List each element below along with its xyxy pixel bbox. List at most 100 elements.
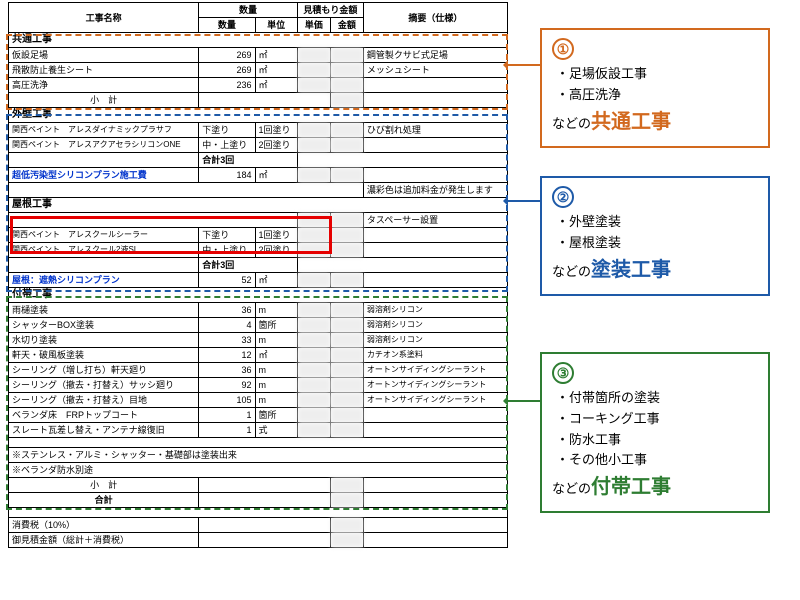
callout-tagline: などの共通工事	[552, 106, 758, 138]
cell-unit: 式	[255, 423, 297, 438]
plan-row: 超低汚染型シリコンプラン施工費184㎡0000	[9, 168, 508, 183]
cell-amount: 00	[330, 303, 363, 318]
cell-amount: 00	[330, 168, 363, 183]
cell-remark	[363, 228, 507, 243]
cell-name: シーリング（撤去・打替え）目地	[9, 393, 199, 408]
callout-number: ③	[552, 362, 574, 384]
cell-price: 000	[297, 63, 330, 78]
th-name: 工事名称	[9, 3, 199, 33]
cell-price: 00	[297, 318, 330, 333]
cell-times: 1回塗り	[255, 123, 297, 138]
callout-list: 付帯箇所の塗装 コーキング工事 防水工事 その他小工事	[552, 388, 758, 471]
cell-name: 軒天・破風板塗装	[9, 348, 199, 363]
cell-remark	[363, 423, 507, 438]
table-row: 高圧洗浄236㎡000000	[9, 78, 508, 93]
cell-remark	[363, 78, 507, 93]
table-row: シーリング（増し打ち）軒天廻り36m0000オートンサイディングシーラント	[9, 363, 508, 378]
list-item: 外壁塗装	[556, 212, 758, 233]
cell-unit: ㎡	[255, 348, 297, 363]
callout-list: 足場仮設工事 高圧洗浄	[552, 64, 758, 106]
table-row: シーリング（撤去・打替え）サッシ廻り92m0000オートンサイディングシーラント	[9, 378, 508, 393]
cell-name: 高圧洗浄	[9, 78, 199, 93]
th-est-group: 見積もり金額	[297, 3, 363, 18]
cell-name: 関西ペイント アレスダイナミックプラサフ	[9, 123, 199, 138]
table-row: 0000タスペーサー設置	[9, 213, 508, 228]
cell-unit: m	[255, 333, 297, 348]
th-unit: 単位	[255, 18, 297, 33]
cell-qty: 33	[199, 333, 255, 348]
list-item: 足場仮設工事	[556, 64, 758, 85]
cell-name: 水切り塗装	[9, 333, 199, 348]
section-roof-title: 屋根工事	[9, 198, 508, 213]
cell-remark: 弱溶剤シリコン	[363, 318, 507, 333]
cell-name: 仮設足場	[9, 48, 199, 63]
table-row: 関西ペイント アレスダイナミックプラサフ下塗り1回塗り0000ひび割れ処理	[9, 123, 508, 138]
note-text: ※ステンレス・アルミ・シャッター・基礎部は塗装出来	[9, 448, 508, 463]
cell-amount: 00	[330, 378, 363, 393]
note-text: 濃彩色は追加料金が発生します	[363, 183, 507, 198]
plan-row: 屋根：遮熱シリコンプラン52㎡0000	[9, 273, 508, 288]
section-ext-title: 外壁工事	[9, 108, 508, 123]
table-row: 飛散防止養生シート269㎡000000メッシュシート	[9, 63, 508, 78]
table-row: 水切り塗装33m0000弱溶剤シリコン	[9, 333, 508, 348]
callout-tagline: などの付帯工事	[552, 471, 758, 503]
th-unitprice: 単価	[297, 18, 330, 33]
cell-unit: 箇所	[255, 318, 297, 333]
sum-row: 合計3回	[9, 258, 508, 273]
callout-common: ① 足場仮設工事 高圧洗浄 などの共通工事	[540, 28, 770, 148]
cell-amount: 000	[330, 78, 363, 93]
cell-qty: 269	[199, 63, 255, 78]
cell-name: シャッターBOX塗装	[9, 318, 199, 333]
arrow-icon	[508, 400, 540, 402]
cell-qty: 1	[199, 408, 255, 423]
cell-amount: 00	[330, 363, 363, 378]
list-item: 防水工事	[556, 430, 758, 451]
cell-price: 00	[297, 213, 330, 228]
cell-name: ベランダ床 FRPトップコート	[9, 408, 199, 423]
cell-price: 00	[297, 303, 330, 318]
table-row: 関西ペイント アレスクール2液SI中・上塗り2回塗り0000	[9, 243, 508, 258]
cell-qty: 12	[199, 348, 255, 363]
table-row: ベランダ床 FRPトップコート1箇所0000	[9, 408, 508, 423]
table-row: 軒天・破風板塗装12㎡0000カチオン系塗料	[9, 348, 508, 363]
cell-unit: 箇所	[255, 408, 297, 423]
cell-amount: 000	[330, 48, 363, 63]
table-row: 関西ペイント アレスクールシーラー下塗り1回塗り0000	[9, 228, 508, 243]
table-row: 仮設足場269㎡000000鋼管製クサビ式足場	[9, 48, 508, 63]
note-text: ※ベランダ防水別途	[9, 463, 508, 478]
cell-price: 00	[297, 123, 330, 138]
table-row: スレート瓦差し替え・アンテナ線復旧1式0000	[9, 423, 508, 438]
callout-paint: ② 外壁塗装 屋根塗装 などの塗装工事	[540, 176, 770, 296]
callout-big: 共通工事	[591, 111, 671, 133]
cell-amount: 000	[330, 63, 363, 78]
arrow-icon	[508, 200, 540, 202]
cell-amount: 00	[330, 348, 363, 363]
sum-label: 合計3回	[199, 153, 298, 168]
cell-remark: 鋼管製クサビ式足場	[363, 48, 507, 63]
grand-label: 御見積金額（総計＋消費税）	[9, 533, 199, 548]
cell-coat: 下塗り	[199, 228, 255, 243]
cell-times: 2回塗り	[255, 138, 297, 153]
cell-qty: 4	[199, 318, 255, 333]
cell-price: 00	[297, 363, 330, 378]
cell-amount: 000	[330, 518, 363, 533]
cell-name: 雨樋塗装	[9, 303, 199, 318]
th-amount: 金額	[330, 18, 363, 33]
cell-unit: ㎡	[255, 48, 297, 63]
cell-name: 関西ペイント アレスクールシーラー	[9, 228, 199, 243]
list-item: 屋根塗装	[556, 233, 758, 254]
cell-price: 00	[297, 138, 330, 153]
grand-row: 御見積金額（総計＋消費税） 000	[9, 533, 508, 548]
cell-amount: 00	[330, 138, 363, 153]
cell-qty: 36	[199, 303, 255, 318]
cell-amount: 000	[330, 493, 363, 508]
cell-remark: カチオン系塗料	[363, 348, 507, 363]
cell-amount: 00	[330, 333, 363, 348]
callout-ancillary: ③ 付帯箇所の塗装 コーキング工事 防水工事 その他小工事 などの付帯工事	[540, 352, 770, 513]
cell-amount: 000	[330, 533, 363, 548]
cell-remark	[363, 243, 507, 258]
cell-unit: ㎡	[255, 168, 297, 183]
cell-unit: ㎡	[255, 273, 297, 288]
cell-remark: オートンサイディングシーラント	[363, 393, 507, 408]
th-remark: 摘要（仕様）	[363, 3, 507, 33]
